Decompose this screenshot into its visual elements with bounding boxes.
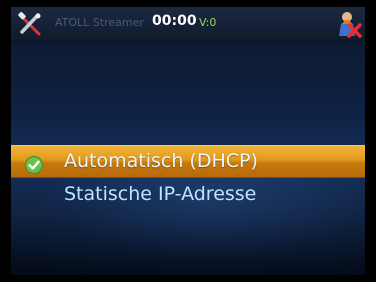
menu-item-label: Automatisch (DHCP) xyxy=(64,150,258,172)
app-title: ATOLL Streamer xyxy=(55,16,144,29)
tools-icon[interactable] xyxy=(17,11,43,37)
time-display: 00:00 xyxy=(152,13,197,29)
status-bar: ATOLL Streamer 00:00 V:0 xyxy=(11,7,365,42)
menu-item-label: Statische IP-Adresse xyxy=(64,183,257,205)
exit-icon[interactable] xyxy=(333,9,363,39)
checkmark-icon xyxy=(25,153,43,174)
screen: ATOLL Streamer 00:00 V:0 Automatisch (DH… xyxy=(11,7,365,275)
network-mode-menu: Automatisch (DHCP) Statische IP-Adresse xyxy=(11,145,365,210)
menu-item-dhcp[interactable]: Automatisch (DHCP) xyxy=(11,145,365,178)
device-frame: ATOLL Streamer 00:00 V:0 Automatisch (DH… xyxy=(0,0,376,282)
volume-indicator: V:0 xyxy=(199,16,217,29)
menu-item-static-ip[interactable]: Statische IP-Adresse xyxy=(11,178,365,210)
